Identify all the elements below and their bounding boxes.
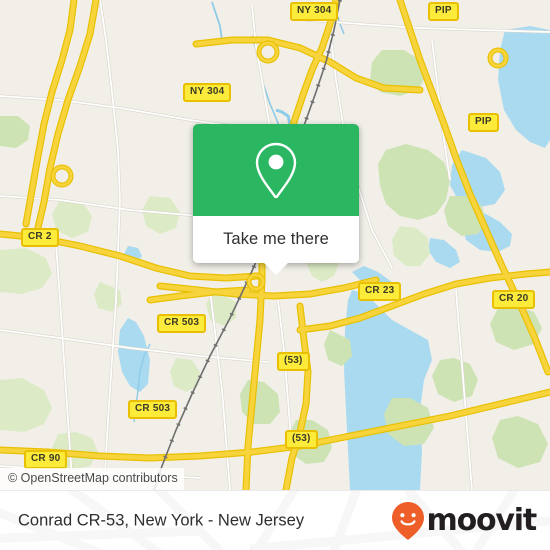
map-canvas[interactable]: NY 304 PIP NY 304 PIP CR 2 CR 23 CR 20 CR 503 (5… (0, 0, 550, 490)
moovit-smiley-pin-icon (391, 502, 424, 540)
map-pin-icon (255, 142, 297, 199)
road-shield: CR 20 (492, 290, 536, 309)
road-shield: NY 304 (290, 2, 339, 21)
road-shield: NY 304 (183, 83, 232, 102)
place-title: Conrad CR-53, New York - New Jersey (18, 511, 305, 530)
road-shield: (53) (277, 352, 310, 371)
road-shield: CR 23 (358, 282, 402, 301)
road-shield: PIP (468, 113, 499, 132)
road-shield: PIP (428, 2, 459, 21)
road-shield: CR 90 (24, 450, 68, 469)
osm-attribution[interactable]: © OpenStreetMap contributors (0, 468, 184, 490)
footer-bar: Conrad CR-53, New York - New Jersey moov… (0, 490, 550, 550)
road-shield: CR 503 (128, 400, 178, 419)
take-me-there-label: Take me there (223, 230, 329, 248)
moovit-brand[interactable]: moovit (391, 501, 538, 541)
popup-pointer-tail (263, 262, 289, 275)
road-shield: CR 503 (157, 314, 207, 333)
popup-icon-area (193, 124, 359, 216)
moovit-wordmark: moovit (426, 503, 538, 538)
road-shield: (53) (285, 430, 318, 449)
popup-cta-area[interactable]: Take me there (193, 216, 359, 275)
destination-popup[interactable]: Take me there (193, 124, 359, 275)
map-page: NY 304 PIP NY 304 PIP CR 2 CR 23 CR 20 CR 503 (5… (0, 0, 550, 550)
road-shield: CR 2 (21, 228, 59, 247)
